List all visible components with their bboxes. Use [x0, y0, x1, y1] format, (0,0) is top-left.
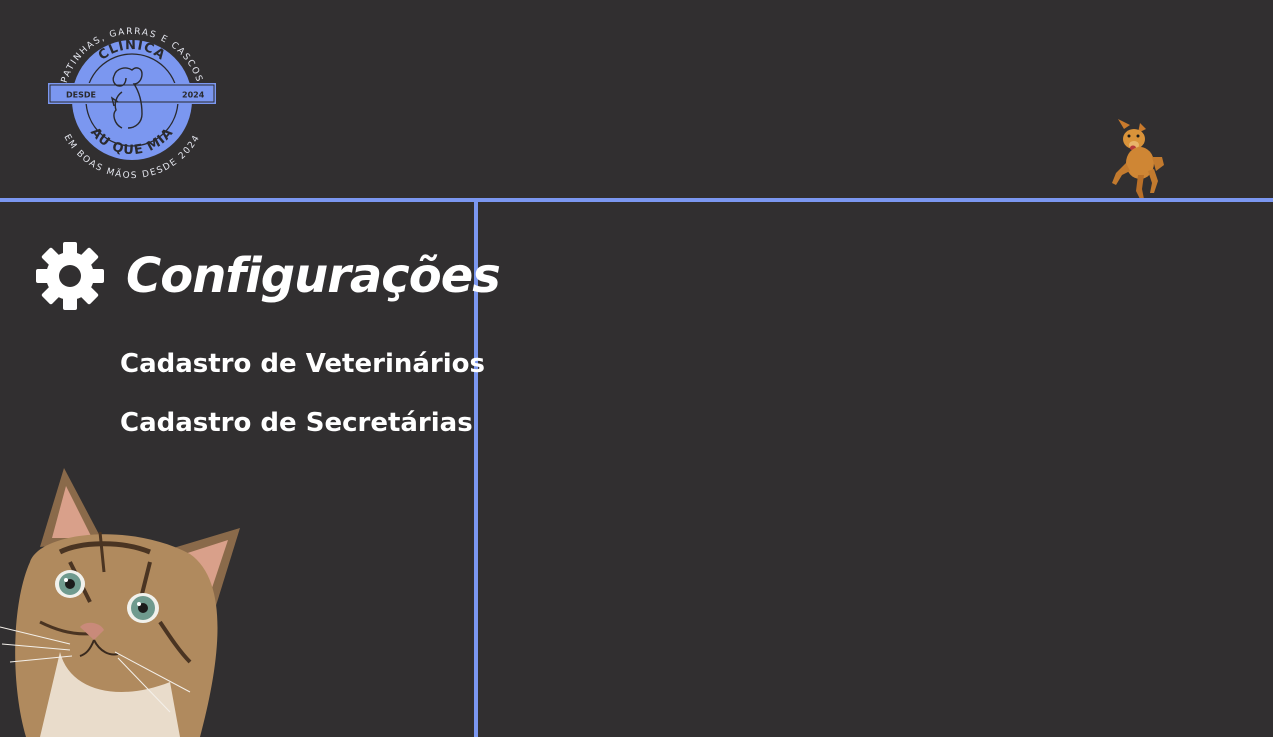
logo-since-label: DESDE — [66, 91, 96, 100]
header: DESDE 2024 CLÍNICA AU QUE MIA PATINHAS, … — [0, 0, 1273, 199]
main-content — [478, 202, 1273, 737]
settings-menu: Cadastro de Veterinários Cadastro de Sec… — [120, 344, 485, 462]
cat-image — [0, 468, 240, 737]
gear-icon — [36, 242, 104, 310]
settings-title: Configurações — [126, 248, 501, 304]
running-dog-image — [1112, 119, 1164, 199]
logo-year-label: 2024 — [182, 91, 205, 100]
app-window: DESDE 2024 CLÍNICA AU QUE MIA PATINHAS, … — [0, 0, 1273, 737]
menu-item-secretary-registration[interactable]: Cadastro de Secretárias — [120, 403, 485, 443]
menu-item-vet-registration[interactable]: Cadastro de Veterinários — [120, 344, 485, 384]
clinic-logo: DESDE 2024 CLÍNICA AU QUE MIA PATINHAS, … — [48, 27, 216, 181]
settings-heading: Configurações — [34, 236, 501, 316]
